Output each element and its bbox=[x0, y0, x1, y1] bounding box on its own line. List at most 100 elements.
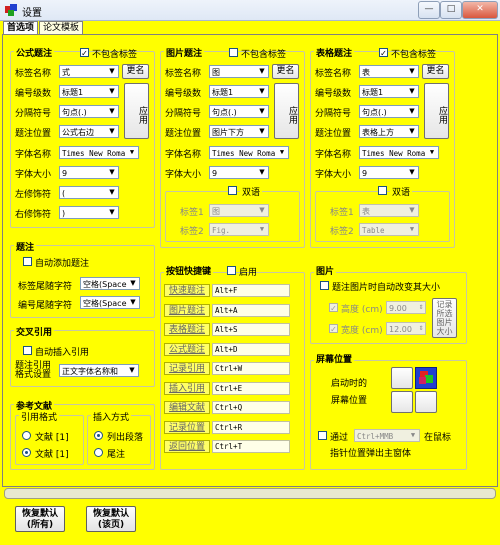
formula-apply-button[interactable]: 应用 bbox=[124, 83, 149, 139]
table-rename-button[interactable]: 更名 bbox=[422, 64, 449, 79]
table-tag1-select[interactable]: 表 ▼ bbox=[359, 204, 419, 217]
chevron-down-icon: ▼ bbox=[409, 168, 415, 176]
table-tag2-value: Table bbox=[362, 226, 385, 235]
horizontal-scrollbar[interactable] bbox=[4, 488, 496, 499]
chevron-down-icon: ▼ bbox=[259, 107, 265, 115]
figure-rename-button[interactable]: 更名 bbox=[272, 64, 299, 79]
number-tail-label: 编号尾随字符 bbox=[18, 301, 73, 311]
formula-font-select[interactable]: Times New Roma ▼ bbox=[59, 146, 139, 159]
figure-tag1-select[interactable]: 图 ▼ bbox=[209, 204, 269, 217]
cite-format-option-1: 文献 [1] bbox=[35, 433, 69, 443]
formula-tag-name-select[interactable]: 式 ▼ bbox=[59, 65, 119, 78]
close-button[interactable]: ✕ bbox=[462, 1, 498, 19]
figure-apply-button[interactable]: 应用 bbox=[274, 83, 299, 139]
tag-tail-select[interactable]: 空格(Space ▼ bbox=[80, 277, 140, 290]
shortcut-key-field[interactable]: Ctrl+W bbox=[212, 362, 290, 375]
position-bottom-right[interactable] bbox=[415, 391, 437, 413]
insert-mode-option-2: 尾注 bbox=[107, 450, 126, 460]
table-exclude-checkbox[interactable]: ✓ bbox=[379, 48, 388, 58]
table-tag2-select[interactable]: Table ▼ bbox=[359, 223, 419, 236]
shortcut-key-field[interactable]: Alt+A bbox=[212, 303, 290, 317]
table-font-value: Times New Roma bbox=[362, 149, 426, 158]
table-sep-select[interactable]: 句点(.) ▼ bbox=[359, 105, 419, 118]
spin-icon: ⇕ bbox=[418, 304, 424, 311]
table-size-select[interactable]: 9 ▼ bbox=[359, 166, 419, 179]
position-top-left[interactable] bbox=[391, 367, 413, 389]
shortcut-key-field[interactable]: Alt+D bbox=[212, 342, 290, 356]
chevron-down-icon: ▼ bbox=[410, 431, 416, 439]
formula-right-select[interactable]: ) ▼ bbox=[59, 206, 119, 219]
table-pos-select[interactable]: 表格上方 ▼ bbox=[359, 125, 419, 138]
shortcut-label: 返回位置 bbox=[164, 440, 210, 453]
position-top-right[interactable] bbox=[415, 367, 437, 389]
shortcut-key-field[interactable]: Ctrl+R bbox=[212, 420, 290, 434]
hotkey-select[interactable]: Ctrl+MMB ▼ bbox=[354, 429, 420, 442]
tab-paper-template[interactable]: 论文模板 bbox=[39, 21, 84, 35]
height-checkbox[interactable]: ✓ bbox=[329, 303, 338, 313]
shortcut-key-field[interactable]: Alt+F bbox=[212, 284, 290, 297]
figure-tag2-select[interactable]: Fig. ▼ bbox=[209, 223, 269, 236]
chevron-down-icon: ▼ bbox=[409, 67, 415, 75]
height-value: 9.00 bbox=[389, 304, 407, 313]
figure-font-select[interactable]: Times New Roma ▼ bbox=[209, 146, 289, 159]
figure-size-select[interactable]: 9 ▼ bbox=[209, 166, 269, 179]
auto-resize-checkbox[interactable] bbox=[320, 281, 329, 290]
formula-sep-select[interactable]: 句点(.) ▼ bbox=[59, 105, 119, 118]
shortcut-key-field[interactable]: Ctrl+E bbox=[212, 381, 290, 395]
shortcut-key-field[interactable]: Ctrl+Q bbox=[212, 401, 290, 414]
tag-tail-value: 空格(Space bbox=[83, 280, 127, 289]
figure-sep-select[interactable]: 句点(.) ▼ bbox=[209, 105, 269, 118]
auto-insert-ref-checkbox[interactable] bbox=[23, 346, 32, 355]
width-input[interactable]: 12.00 ⇕ bbox=[386, 322, 426, 335]
formula-pos-select[interactable]: 公式右边 ▼ bbox=[59, 125, 119, 138]
shortcut-label: 公式题注 bbox=[164, 342, 210, 356]
chevron-down-icon: ▼ bbox=[429, 148, 435, 156]
table-tag2-label: 标签2 bbox=[330, 227, 354, 237]
tab-preferences[interactable]: 首选项 bbox=[3, 21, 39, 35]
figure-tag1-value: 图 bbox=[212, 207, 220, 216]
table-level-select[interactable]: 标题1 ▼ bbox=[359, 85, 419, 98]
insert-mode-radio-1[interactable] bbox=[94, 431, 103, 440]
table-apply-button[interactable]: 应用 bbox=[424, 83, 449, 139]
window-title: 设置 bbox=[22, 8, 42, 19]
screen-position-grid bbox=[391, 367, 437, 413]
minimize-button[interactable]: — bbox=[418, 1, 440, 19]
figure-pos-select[interactable]: 图片下方 ▼ bbox=[209, 125, 269, 138]
shortcut-key-field[interactable]: Alt+S bbox=[212, 323, 290, 336]
height-input[interactable]: 9.00 ⇕ bbox=[386, 301, 426, 314]
formula-size-select[interactable]: 9 ▼ bbox=[59, 166, 119, 179]
figure-level-select[interactable]: 标题1 ▼ bbox=[209, 85, 269, 98]
ref-format-select[interactable]: 正文字体名称和 ▼ bbox=[59, 364, 139, 377]
figure-size-value: 9 bbox=[212, 169, 218, 178]
maximize-button[interactable]: □ bbox=[440, 1, 462, 19]
figure-exclude-label: 不包含标签 bbox=[241, 50, 287, 60]
figure-tag-name-label: 标签名称 bbox=[165, 69, 202, 79]
mouse-popup-checkbox[interactable] bbox=[318, 431, 327, 440]
auto-caption-checkbox[interactable] bbox=[23, 257, 32, 266]
formula-exclude-checkbox[interactable]: ✓ bbox=[80, 48, 89, 58]
cite-format-radio-2[interactable] bbox=[22, 448, 31, 457]
chevron-down-icon: ▼ bbox=[129, 366, 135, 374]
figure-bilingual-checkbox[interactable] bbox=[228, 186, 237, 195]
table-bilingual-checkbox[interactable] bbox=[378, 186, 387, 195]
table-level-label: 编号级数 bbox=[315, 89, 352, 99]
reset-page-button[interactable]: 恢复默认 (该页) bbox=[86, 506, 136, 532]
width-checkbox[interactable]: ✓ bbox=[329, 324, 338, 334]
table-tag-name-label: 标签名称 bbox=[315, 69, 352, 79]
shortcut-key-field[interactable]: Ctrl+T bbox=[212, 440, 290, 453]
figure-tag-name-select[interactable]: 图 ▼ bbox=[209, 65, 269, 78]
width-label: 宽度 (cm) bbox=[341, 326, 383, 336]
formula-left-select[interactable]: (▼ bbox=[59, 186, 119, 199]
table-font-select[interactable]: Times New Roma ▼ bbox=[359, 146, 439, 159]
record-size-button[interactable]: 记录 所选 图片 大小 bbox=[432, 298, 457, 338]
cite-format-radio-1[interactable] bbox=[22, 431, 31, 440]
insert-mode-radio-2[interactable] bbox=[94, 448, 103, 457]
position-bottom-left[interactable] bbox=[391, 391, 413, 413]
formula-rename-button[interactable]: 更名 bbox=[122, 64, 149, 79]
number-tail-select[interactable]: 空格(Space ▼ bbox=[80, 296, 140, 309]
reset-all-button[interactable]: 恢复默认 (所有) bbox=[15, 506, 65, 532]
shortcuts-enable-checkbox[interactable] bbox=[227, 266, 236, 275]
formula-level-select[interactable]: 标题1 ▼ bbox=[59, 85, 119, 98]
figure-exclude-checkbox[interactable] bbox=[229, 48, 238, 57]
table-tag-name-select[interactable]: 表 ▼ bbox=[359, 65, 419, 78]
